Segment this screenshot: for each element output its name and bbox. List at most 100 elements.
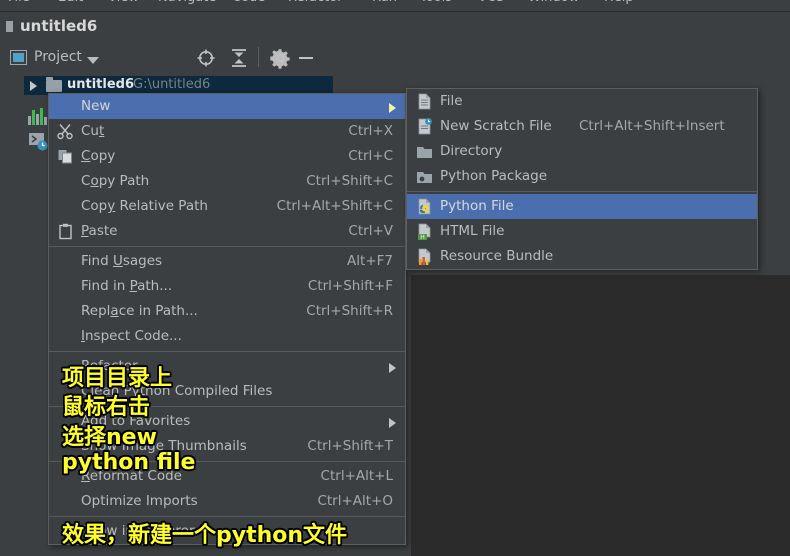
menu-item-paste[interactable]: Paste Ctrl+V — [49, 219, 405, 244]
menu-item-shortcut: Ctrl+Shift+F — [307, 278, 393, 294]
menu-item-label: Find in Path... — [81, 278, 173, 294]
menu-item-shortcut: Ctrl+Shift+C — [306, 173, 393, 189]
menu-bar-sliver[interactable]: File Edit View Navigate Code Refactor Ru… — [0, 0, 790, 11]
menu-run[interactable]: Run — [372, 0, 397, 5]
menu-item-optimize-imports[interactable]: Optimize Imports Ctrl+Alt+O — [49, 489, 405, 514]
menu-item-shortcut: Ctrl+Alt+O — [317, 493, 393, 509]
submenu-item-new-scratch-file[interactable]: New Scratch File Ctrl+Alt+Shift+Insert — [407, 114, 757, 139]
copy-icon — [58, 150, 72, 164]
submenu-item-file[interactable]: File — [407, 89, 757, 114]
scratch-file-icon — [418, 118, 432, 135]
new-submenu[interactable]: File New Scratch File Ctrl+Alt+Shift+Ins… — [406, 88, 758, 270]
chevron-right-icon — [389, 418, 396, 428]
menu-item-label: Inspect Code... — [81, 328, 182, 344]
menu-item-replace-in-path[interactable]: Replace in Path... Ctrl+Shift+R — [49, 299, 405, 324]
submenu-item-shortcut: Ctrl+Alt+Shift+Insert — [579, 118, 725, 134]
submenu-item-label: Python File — [440, 198, 514, 214]
menu-item-shortcut: Ctrl+V — [348, 223, 393, 239]
context-menu[interactable]: New Cut Ctrl+X Copy Ctrl+C Copy Path Ctr… — [48, 93, 406, 545]
menu-refactor[interactable]: Refactor — [288, 0, 343, 5]
submenu-item-directory[interactable]: Directory — [407, 139, 757, 164]
menu-window[interactable]: Window — [528, 0, 579, 5]
menu-item-copy-path[interactable]: Copy Path Ctrl+Shift+C — [49, 169, 405, 194]
submenu-item-resource-bundle[interactable]: Resource Bundle — [407, 244, 757, 269]
toolbar-separator — [258, 47, 259, 67]
chevron-right-icon — [389, 363, 396, 373]
clipboard-icon — [59, 223, 72, 240]
menu-item-copy[interactable]: Copy Ctrl+C — [49, 144, 405, 169]
editor-area[interactable]: Search Everywhere Double Shift Go to Fil… — [411, 275, 790, 556]
menu-item-label: Copy — [81, 148, 116, 164]
menu-code[interactable]: Code — [232, 0, 265, 5]
menu-item-shortcut: Ctrl+Alt+L — [320, 468, 393, 484]
folder-icon — [46, 77, 62, 92]
menu-item-find-usages[interactable]: Find Usages Alt+F7 — [49, 249, 405, 274]
structure-bars-icon[interactable] — [28, 107, 50, 125]
menu-item-shortcut: Ctrl+C — [348, 148, 393, 164]
triangle-right-icon[interactable] — [30, 81, 37, 91]
project-panel-toolbar: Project — [0, 41, 333, 76]
annotation-text: python file — [62, 450, 196, 475]
submenu-item-label: New Scratch File — [440, 118, 552, 134]
menu-item-label: Copy Path — [81, 173, 150, 189]
submenu-item-html-file[interactable]: H HTML File — [407, 219, 757, 244]
annotation-text: 选择new — [62, 425, 157, 450]
menu-item-label: Copy Relative Path — [81, 198, 208, 214]
pycharm-window: File Edit View Navigate Code Refactor Ru… — [0, 0, 790, 556]
submenu-item-label: File — [440, 93, 463, 109]
project-root-name: untitled6 — [67, 77, 135, 92]
menu-item-inspect-code[interactable]: Inspect Code... — [49, 324, 405, 349]
scissors-icon — [57, 124, 73, 140]
file-icon — [418, 93, 431, 110]
gear-icon[interactable] — [269, 47, 291, 69]
menu-item-copy-relative-path[interactable]: Copy Relative Path Ctrl+Alt+Shift+C — [49, 194, 405, 219]
terminal-clock-icon[interactable] — [28, 133, 50, 151]
menu-view[interactable]: View — [108, 0, 139, 5]
submenu-item-label: Python Package — [440, 168, 548, 184]
submenu-item-label: HTML File — [440, 223, 505, 239]
html-file-icon: H — [418, 223, 431, 240]
menu-edit[interactable]: Edit — [58, 0, 83, 5]
python-package-icon — [417, 172, 432, 183]
project-panel-label[interactable]: Project — [34, 49, 82, 65]
menu-item-new[interactable]: New — [49, 94, 405, 119]
menu-item-find-in-path[interactable]: Find in Path... Ctrl+Shift+F — [49, 274, 405, 299]
menu-separator — [49, 246, 405, 247]
annotation-text: 鼠标右击 — [62, 395, 151, 420]
resource-bundle-icon — [418, 248, 431, 265]
project-root-path: G:\untitled6 — [133, 77, 211, 92]
page-title: untitled6 — [20, 17, 98, 35]
menu-item-label: Optimize Imports — [81, 493, 198, 509]
title-bar: untitled6 — [0, 12, 790, 40]
menu-item-shortcut: Alt+F7 — [347, 253, 393, 269]
menu-item-shortcut: Ctrl+X — [348, 123, 393, 139]
project-badge-icon — [6, 21, 13, 32]
collapse-all-icon[interactable] — [228, 47, 250, 69]
menu-separator — [49, 351, 405, 352]
svg-text:H: H — [420, 234, 425, 240]
menu-item-label: Replace in Path... — [81, 303, 198, 319]
chevron-down-icon[interactable] — [87, 57, 99, 64]
submenu-item-python-package[interactable]: Python Package — [407, 164, 757, 189]
annotation-text: 项目目录上 — [62, 366, 173, 391]
menu-navigate[interactable]: Navigate — [158, 0, 216, 5]
menu-item-cut[interactable]: Cut Ctrl+X — [49, 119, 405, 144]
toolbar-filler — [333, 41, 790, 76]
menu-file[interactable]: File — [8, 0, 30, 5]
project-view-icon — [10, 50, 27, 65]
hide-panel-icon[interactable] — [299, 57, 313, 59]
menu-item-shortcut: Ctrl+Shift+T — [307, 438, 393, 454]
menu-item-label: Find Usages — [81, 253, 163, 269]
menu-item-label: Paste — [81, 223, 118, 239]
locate-icon[interactable] — [195, 47, 217, 69]
menu-item-label: New — [81, 98, 111, 114]
submenu-item-label: Directory — [440, 143, 503, 159]
submenu-item-python-file[interactable]: Python File — [407, 194, 757, 219]
submenu-separator — [407, 191, 757, 192]
chevron-right-icon — [389, 103, 396, 113]
menu-item-shortcut: Ctrl+Alt+Shift+C — [276, 198, 393, 214]
menu-tools[interactable]: Tools — [420, 0, 452, 5]
annotation-text: 效果，新建一个python文件 — [62, 523, 348, 548]
menu-help[interactable]: Help — [604, 0, 634, 5]
menu-vcs[interactable]: VCS — [478, 0, 504, 5]
